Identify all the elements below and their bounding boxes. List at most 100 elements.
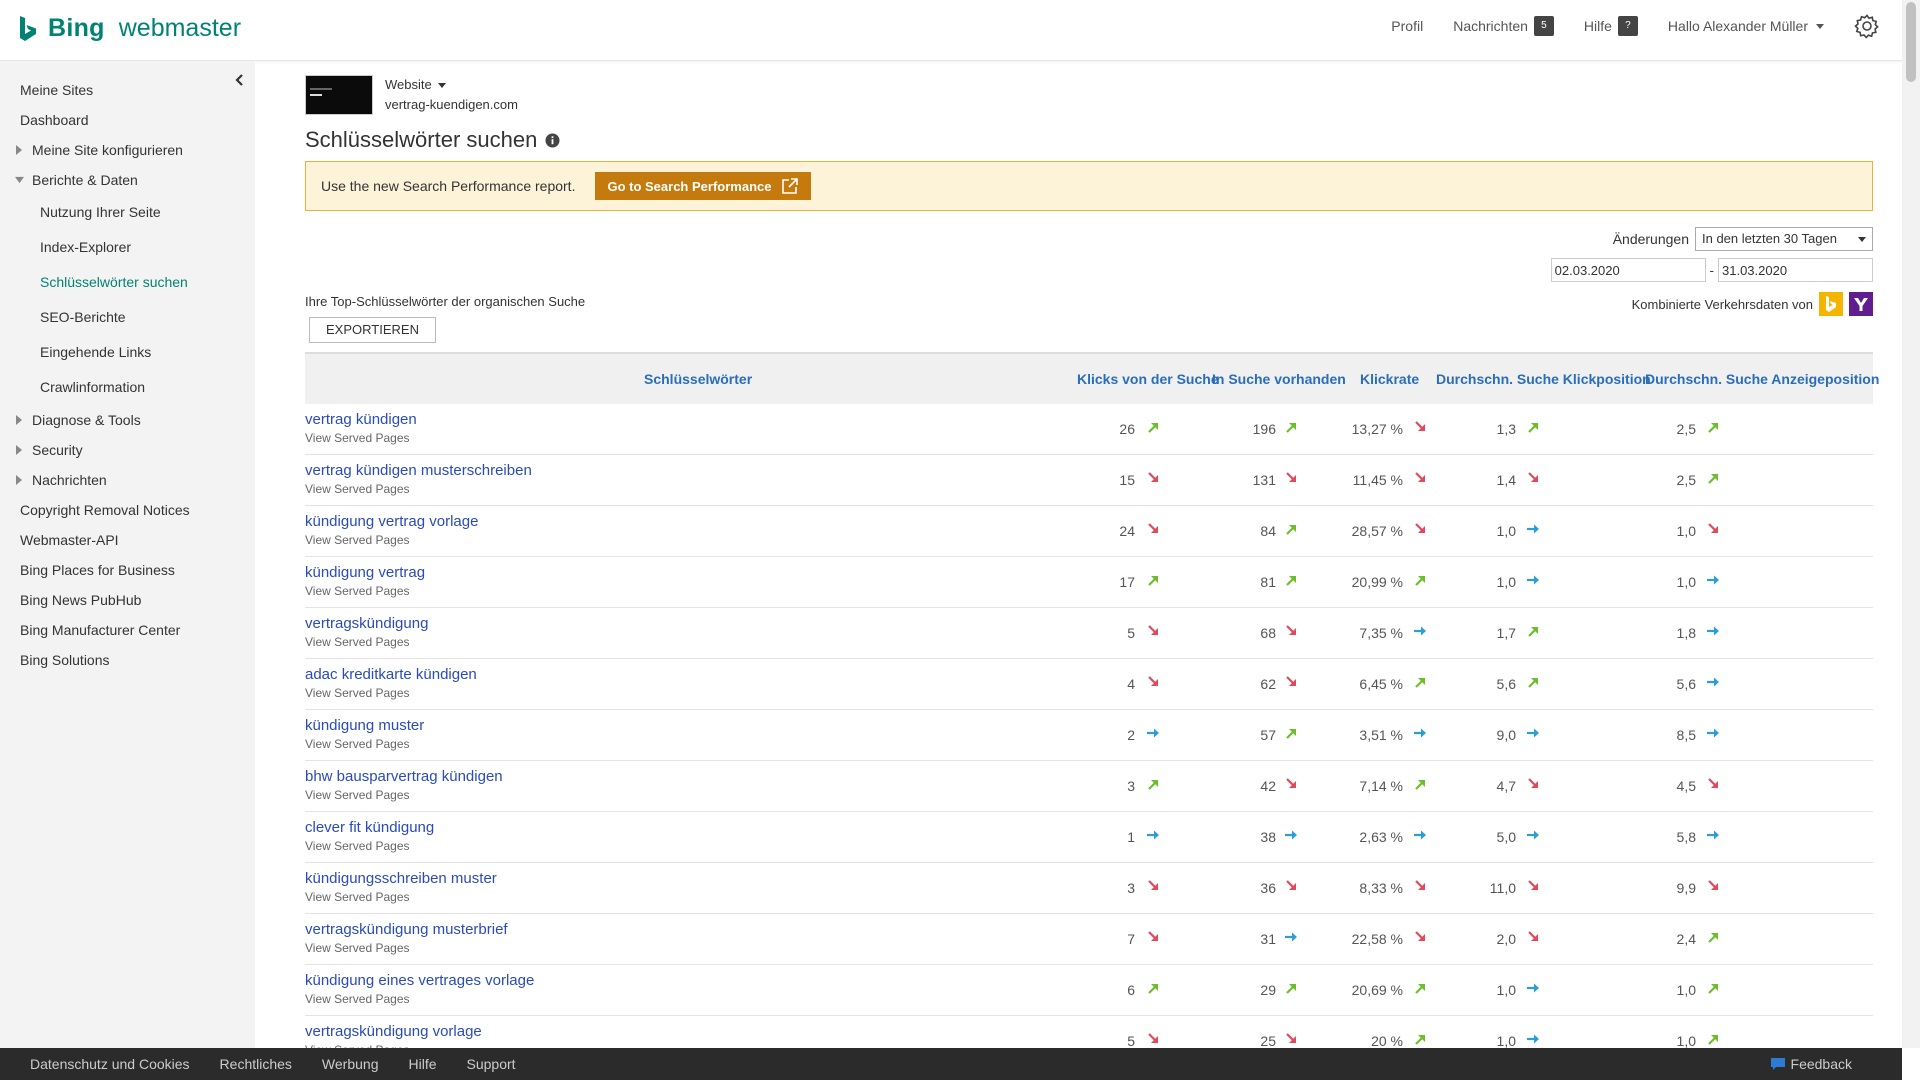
- profile-link[interactable]: Profil: [1391, 18, 1423, 34]
- table-row: vertragskündigung musterbrief View Served…: [305, 914, 1873, 965]
- arrow-up-right-icon: [1528, 627, 1538, 637]
- column-header-ctr[interactable]: Klickrate: [1360, 354, 1419, 404]
- view-served-pages-link[interactable]: View Served Pages: [305, 839, 410, 853]
- column-header-avg-click-position[interactable]: Durchschn. Suche Klickposition: [1436, 354, 1651, 404]
- keyword-link[interactable]: adac kreditkarte kündigen: [305, 666, 477, 683]
- keyword-link[interactable]: kündigung muster: [305, 717, 424, 734]
- sidebar-item-messages[interactable]: Nachrichten: [0, 465, 255, 495]
- arrow-up-right-icon: [1148, 780, 1158, 790]
- date-range-value: In den letzten 30 Tagen: [1702, 231, 1837, 246]
- page-title: Schlüsselwörter suchen: [305, 127, 560, 153]
- keyword-link[interactable]: kündigung vertrag vorlage: [305, 513, 478, 530]
- footer-link-support[interactable]: Support: [467, 1056, 516, 1072]
- go-to-search-performance-button[interactable]: Go to Search Performance: [595, 172, 812, 200]
- sidebar-item-solutions[interactable]: Bing Solutions: [0, 645, 255, 675]
- view-served-pages-link[interactable]: View Served Pages: [305, 890, 410, 904]
- product-name: webmaster: [118, 14, 242, 42]
- view-served-pages-link[interactable]: View Served Pages: [305, 941, 410, 955]
- bing-source-icon[interactable]: [1819, 292, 1843, 316]
- feedback-button[interactable]: Feedback: [1770, 1048, 1852, 1080]
- sidebar-item-webmaster-api[interactable]: Webmaster-API: [0, 525, 255, 555]
- cell-impressions: 25: [1260, 1033, 1276, 1049]
- sidebar-item-label: Meine Site konfigurieren: [32, 142, 183, 158]
- info-icon[interactable]: [545, 133, 560, 148]
- view-served-pages-link[interactable]: View Served Pages: [305, 992, 410, 1006]
- cell-ctr: 3,51 %: [1359, 727, 1403, 743]
- view-served-pages-link[interactable]: View Served Pages: [305, 737, 410, 751]
- column-header-keywords[interactable]: Schlüsselwörter: [644, 354, 752, 404]
- keyword-link[interactable]: bhw bausparvertrag kündigen: [305, 768, 503, 785]
- help-link[interactable]: Hilfe ?: [1584, 16, 1638, 36]
- arrow-down-right-icon: [1148, 676, 1158, 686]
- keyword-link[interactable]: vertrag kündigen: [305, 411, 417, 428]
- bing-webmaster-logo[interactable]: Bing webmaster: [18, 14, 241, 43]
- page-scrollbar[interactable]: [1902, 0, 1920, 1048]
- date-range-select[interactable]: In den letzten 30 Tagen: [1695, 227, 1873, 251]
- external-link-icon: [782, 178, 799, 194]
- view-served-pages-link[interactable]: View Served Pages: [305, 584, 410, 598]
- view-served-pages-link[interactable]: View Served Pages: [305, 635, 410, 649]
- keyword-link[interactable]: vertragskündigung: [305, 615, 428, 632]
- bing-logo-icon: [20, 15, 36, 41]
- view-served-pages-link[interactable]: View Served Pages: [305, 788, 410, 802]
- scrollbar-thumb[interactable]: [1906, 2, 1916, 82]
- view-served-pages-link[interactable]: View Served Pages: [305, 686, 410, 700]
- sidebar-item-site-usage[interactable]: Nutzung Ihrer Seite: [0, 195, 255, 230]
- keyword-link[interactable]: kündigung vertrag: [305, 564, 425, 581]
- cell-ctr: 22,58 %: [1351, 931, 1403, 947]
- cell-clicks: 1: [1127, 829, 1135, 845]
- export-button[interactable]: EXPORTIEREN: [309, 317, 436, 343]
- cell-avg-impression-position: 1,8: [1676, 625, 1696, 641]
- sidebar-item-copyright[interactable]: Copyright Removal Notices: [0, 495, 255, 525]
- sidebar-item-dashboard[interactable]: Dashboard: [0, 105, 255, 135]
- footer-link-advertising[interactable]: Werbung: [322, 1056, 379, 1072]
- keyword-link[interactable]: kündigung eines vertrages vorlage: [305, 972, 534, 989]
- arrow-down-right-icon: [1286, 880, 1296, 890]
- arrow-down-right-icon: [1708, 523, 1718, 533]
- cell-clicks: 17: [1119, 574, 1135, 590]
- view-served-pages-link[interactable]: View Served Pages: [305, 431, 410, 445]
- sidebar-item-meine-sites[interactable]: Meine Sites: [0, 75, 255, 105]
- website-dropdown[interactable]: Website: [385, 75, 518, 95]
- date-from-input[interactable]: [1550, 258, 1706, 282]
- sidebar-item-reports[interactable]: Berichte & Daten: [0, 165, 255, 195]
- view-served-pages-link[interactable]: View Served Pages: [305, 533, 410, 547]
- cell-avg-click-position: 1,4: [1496, 472, 1516, 488]
- sidebar-item-search-keywords[interactable]: Schlüsselwörter suchen: [0, 265, 255, 300]
- sidebar-item-bing-places[interactable]: Bing Places for Business: [0, 555, 255, 585]
- messages-link[interactable]: Nachrichten 5: [1453, 16, 1554, 36]
- sidebar-item-inbound-links[interactable]: Eingehende Links: [0, 335, 255, 370]
- sidebar-item-bing-news[interactable]: Bing News PubHub: [0, 585, 255, 615]
- cell-impressions: 31: [1260, 931, 1276, 947]
- sidebar-item-index-explorer[interactable]: Index-Explorer: [0, 230, 255, 265]
- sidebar-item-security[interactable]: Security: [0, 435, 255, 465]
- cell-avg-click-position: 1,0: [1496, 574, 1516, 590]
- keyword-link[interactable]: clever fit kündigung: [305, 819, 434, 836]
- arrow-down-right-icon: [1708, 778, 1718, 788]
- cell-impressions: 57: [1260, 727, 1276, 743]
- sidebar-item-diagnostics[interactable]: Diagnose & Tools: [0, 405, 255, 435]
- view-served-pages-link[interactable]: View Served Pages: [305, 482, 410, 496]
- keyword-link[interactable]: vertragskündigung musterbrief: [305, 921, 508, 938]
- date-to-input[interactable]: [1718, 258, 1873, 282]
- keyword-link[interactable]: vertragskündigung vorlage: [305, 1023, 482, 1040]
- sidebar-item-configure-site[interactable]: Meine Site konfigurieren: [0, 135, 255, 165]
- yahoo-source-icon[interactable]: [1849, 292, 1873, 316]
- footer-link-legal[interactable]: Rechtliches: [220, 1056, 292, 1072]
- arrow-right-icon: [1147, 830, 1159, 840]
- arrow-up-right-icon: [1415, 678, 1425, 688]
- sidebar-item-manufacturer[interactable]: Bing Manufacturer Center: [0, 615, 255, 645]
- column-header-impressions[interactable]: In Suche vorhanden: [1212, 354, 1346, 404]
- keyword-link[interactable]: kündigungsschreiben muster: [305, 870, 497, 887]
- column-header-clicks[interactable]: Klicks von der Suche: [1077, 354, 1219, 404]
- chevron-right-icon: [16, 475, 22, 485]
- sidebar-item-crawl-info[interactable]: Crawlinformation: [0, 370, 255, 405]
- sidebar-item-seo-reports[interactable]: SEO-Berichte: [0, 300, 255, 335]
- footer-link-privacy[interactable]: Datenschutz und Cookies: [30, 1056, 190, 1072]
- cell-avg-click-position: 1,0: [1496, 1033, 1516, 1049]
- gear-icon[interactable]: [1854, 13, 1880, 39]
- column-header-avg-impression-position[interactable]: Durchschn. Suche Anzeigeposition: [1645, 354, 1879, 404]
- user-menu[interactable]: Hallo Alexander Müller: [1668, 18, 1824, 34]
- footer-link-help[interactable]: Hilfe: [408, 1056, 436, 1072]
- keyword-link[interactable]: vertrag kündigen musterschreiben: [305, 462, 532, 479]
